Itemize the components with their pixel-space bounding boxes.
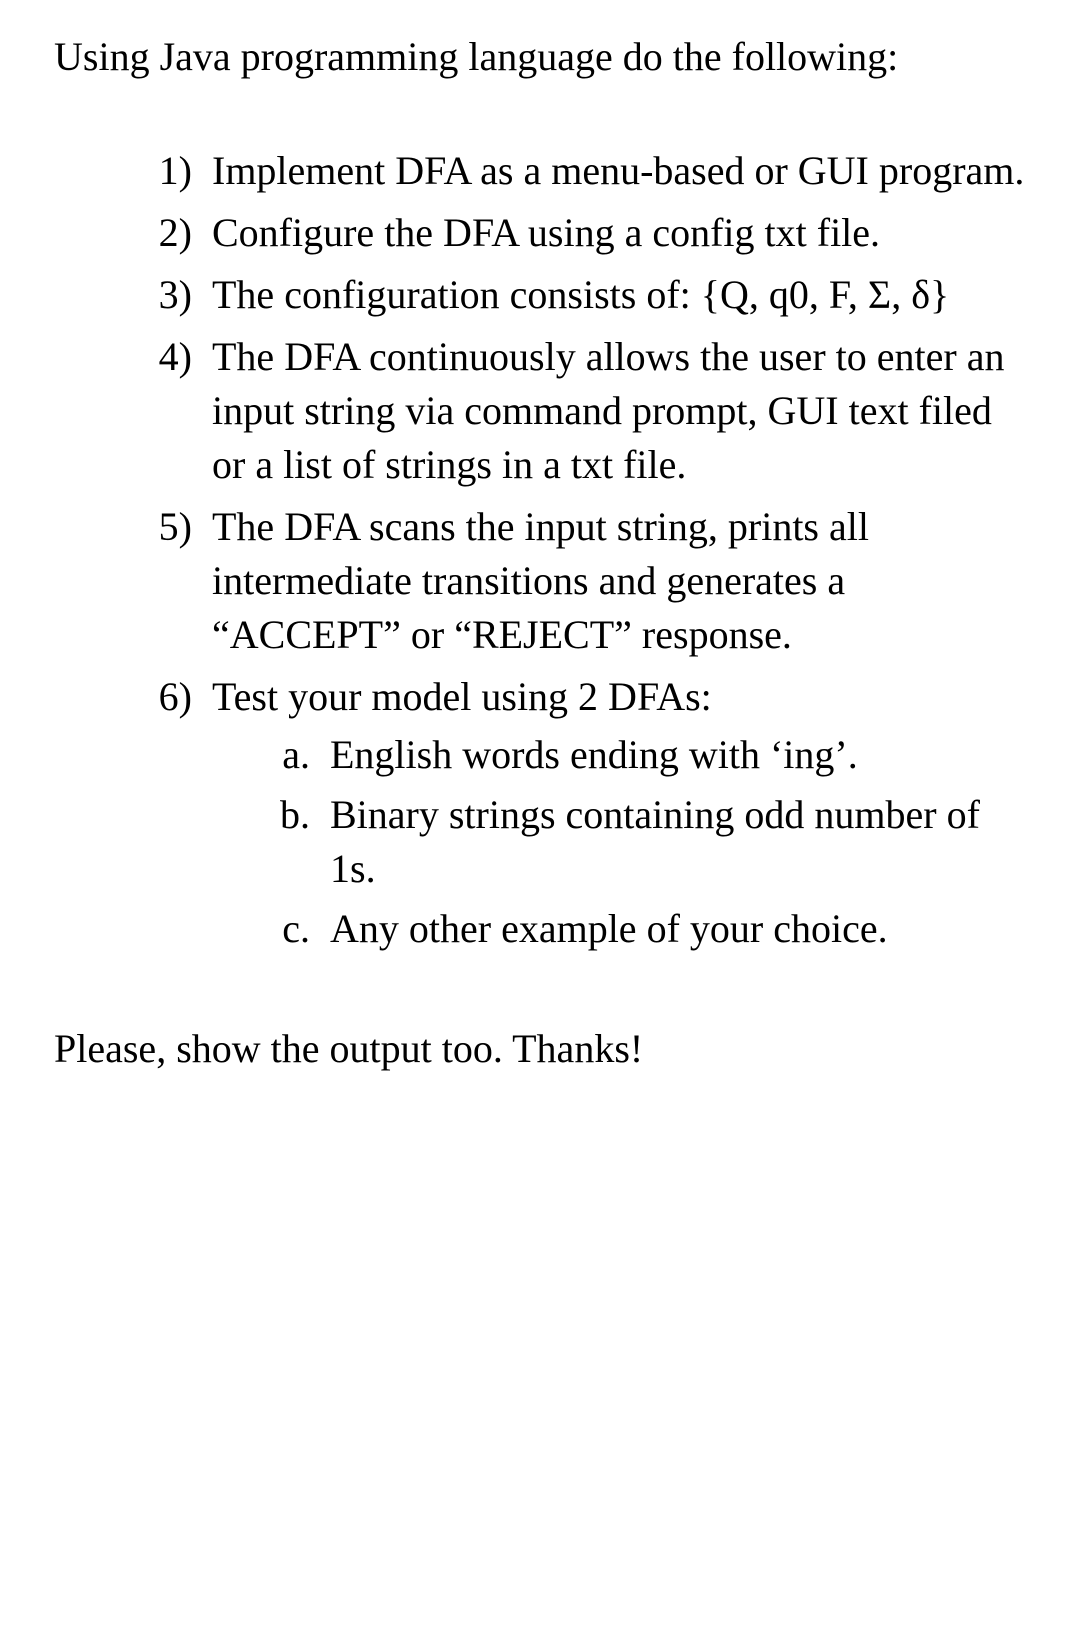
list-marker: 1) xyxy=(110,144,212,198)
main-ordered-list: 1) Implement DFA as a menu-based or GUI … xyxy=(54,144,1026,962)
list-item-text: The DFA scans the input string, prints a… xyxy=(212,500,1026,662)
list-item-text: The DFA continuously allows the user to … xyxy=(212,330,1026,492)
list-item: 4) The DFA continuously allows the user … xyxy=(54,330,1026,492)
sub-list-marker: c. xyxy=(252,902,330,956)
list-marker: 2) xyxy=(110,206,212,260)
sub-list-item: c. Any other example of your choice. xyxy=(212,902,1026,956)
sub-list-item-text: Binary strings containing odd number of … xyxy=(330,788,1026,896)
sub-list-item: b. Binary strings containing odd number … xyxy=(212,788,1026,896)
sub-list-item-text: English words ending with ‘ing’. xyxy=(330,728,1026,782)
list-item-text: Test your model using 2 DFAs: xyxy=(212,674,712,719)
list-marker: 4) xyxy=(110,330,212,384)
list-item: 6) Test your model using 2 DFAs: a. Engl… xyxy=(54,670,1026,962)
sub-list-marker: b. xyxy=(252,788,330,842)
list-item-text: Implement DFA as a menu-based or GUI pro… xyxy=(212,144,1026,198)
sub-list-item: a. English words ending with ‘ing’. xyxy=(212,728,1026,782)
list-item: 2) Configure the DFA using a config txt … xyxy=(54,206,1026,260)
list-item: 1) Implement DFA as a menu-based or GUI … xyxy=(54,144,1026,198)
closing-paragraph: Please, show the output too. Thanks! xyxy=(54,1022,1026,1076)
list-item: 3) The configuration consists of: {Q, q0… xyxy=(54,268,1026,322)
sub-ordered-list: a. English words ending with ‘ing’. b. B… xyxy=(212,728,1026,956)
list-item-text: The configuration consists of: {Q, q0, F… xyxy=(212,268,1026,322)
sub-list-marker: a. xyxy=(252,728,330,782)
list-item-text: Configure the DFA using a config txt fil… xyxy=(212,206,1026,260)
list-item-body: Test your model using 2 DFAs: a. English… xyxy=(212,670,1026,962)
list-marker: 5) xyxy=(110,500,212,554)
list-marker: 3) xyxy=(110,268,212,322)
list-item: 5) The DFA scans the input string, print… xyxy=(54,500,1026,662)
list-marker: 6) xyxy=(110,670,212,724)
intro-paragraph: Using Java programming language do the f… xyxy=(54,30,1026,84)
sub-list-item-text: Any other example of your choice. xyxy=(330,902,1026,956)
